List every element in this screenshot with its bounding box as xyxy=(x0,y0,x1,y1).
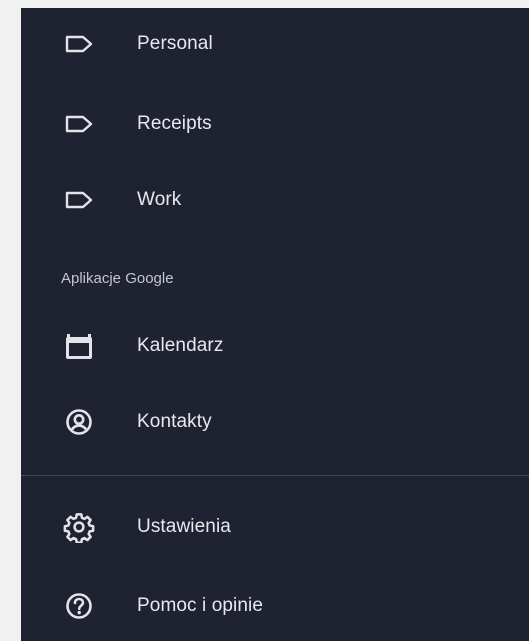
drawer-item-calendar[interactable]: Kalendarz xyxy=(21,318,529,374)
help-circle-icon xyxy=(62,589,96,623)
drawer-item-label: Work xyxy=(137,189,182,210)
drawer-item-settings[interactable]: Ustawienia xyxy=(21,499,529,555)
drawer-divider xyxy=(21,475,529,476)
label-outline-icon xyxy=(62,27,96,61)
gear-icon xyxy=(62,510,96,544)
drawer-item-label: Ustawienia xyxy=(137,516,231,537)
contacts-icon xyxy=(62,405,96,439)
label-outline-icon xyxy=(62,183,96,217)
drawer-item-contacts[interactable]: Kontakty xyxy=(21,394,529,450)
section-header-google-apps: Aplikacje Google xyxy=(61,270,174,287)
drawer-item-label: Kontakty xyxy=(137,411,212,432)
drawer-item-label: Kalendarz xyxy=(137,335,224,356)
drawer-item-label: Receipts xyxy=(137,113,212,134)
calendar-icon xyxy=(62,329,96,363)
label-outline-icon xyxy=(62,107,96,141)
drawer-item-label: Pomoc i opinie xyxy=(137,595,264,616)
drawer-item-receipts[interactable]: Receipts xyxy=(21,96,529,152)
drawer-item-label: Personal xyxy=(137,33,213,54)
drawer-item-help[interactable]: Pomoc i opinie xyxy=(21,578,529,634)
drawer-item-personal[interactable]: Personal xyxy=(21,16,529,72)
navigation-drawer: Personal Receipts Work Aplikacje Google xyxy=(21,8,529,641)
drawer-item-work[interactable]: Work xyxy=(21,172,529,228)
